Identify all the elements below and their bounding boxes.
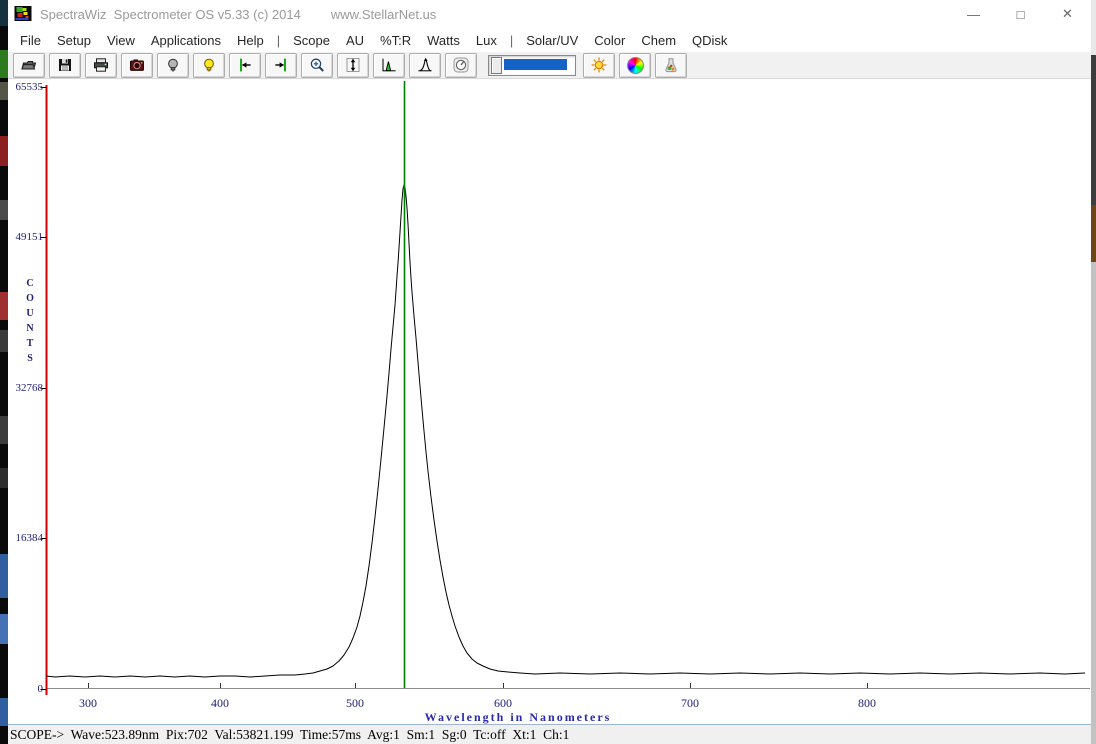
desktop-edge-right [1091,0,1096,744]
desktop-pixels [0,330,8,352]
desktop-pixels [0,416,8,444]
desktop-pixels [0,82,8,100]
desktop-pixels [0,554,8,598]
desktop-pixels [0,136,8,166]
desktop-pixels [0,50,8,78]
desktop-edge-left [0,0,8,744]
desktop-pixels [0,200,8,220]
desktop-pixels [0,0,8,26]
desktop-pixels [1091,262,1096,744]
desktop-pixels [0,614,8,644]
desktop-pixels [0,292,8,320]
desktop-pixels [1091,205,1096,262]
desktop-pixels [1091,55,1096,205]
desktop-pixels [0,698,8,726]
spectrum-trace [46,185,1085,677]
desktop-pixels [1091,0,1096,55]
desktop-pixels [0,468,8,488]
spectrawiz-screen: SpectraWiz Spectrometer OS v5.33 (c) 201… [0,0,1096,744]
spectrum-plot[interactable] [0,0,1096,744]
